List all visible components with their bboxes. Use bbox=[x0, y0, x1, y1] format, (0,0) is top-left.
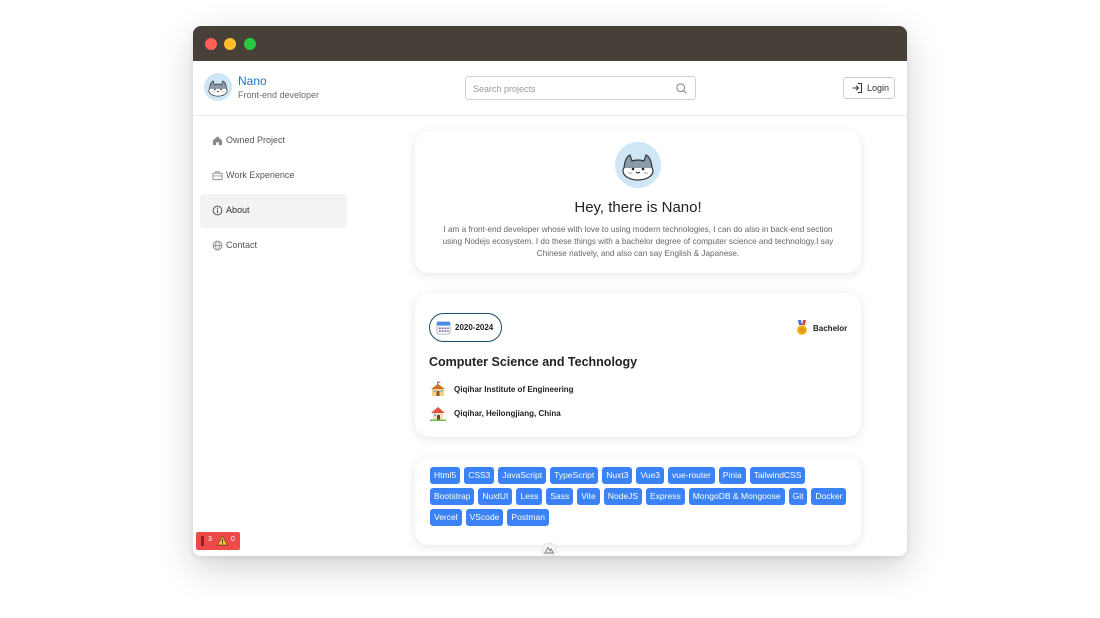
login-button[interactable]: Login bbox=[843, 77, 895, 99]
briefcase-icon bbox=[212, 171, 223, 181]
skill-tag: vue-router bbox=[668, 467, 715, 484]
skill-tag: Vercel bbox=[430, 509, 462, 526]
school-name: Qiqihar Institute of Engineering bbox=[454, 385, 574, 394]
skill-tag: Git bbox=[788, 488, 808, 505]
skill-tag: TypeScript bbox=[550, 467, 599, 484]
home-icon bbox=[212, 136, 223, 146]
cat-avatar-icon bbox=[615, 142, 661, 188]
info-icon bbox=[212, 205, 223, 216]
year-range: 2020-2024 bbox=[455, 323, 494, 332]
skill-tag: TailwindCSS bbox=[749, 467, 806, 484]
skill-tag: Docker bbox=[811, 488, 847, 505]
close-window-button[interactable] bbox=[205, 38, 217, 50]
skill-tag: Express bbox=[646, 488, 685, 505]
skill-tag-list: Html5 CSS3 JavaScript TypeScript Nuxt3 Vue3 vu… bbox=[430, 467, 850, 526]
sidebar-item-label: About bbox=[226, 205, 250, 215]
skill-tag: Vite bbox=[577, 488, 600, 505]
search-box[interactable] bbox=[465, 76, 696, 100]
about-card: Hey, there is Nano! I am a front-end dev… bbox=[415, 131, 861, 273]
skills-card: Html5 CSS3 JavaScript TypeScript Nuxt3 Vue3 vu… bbox=[415, 457, 861, 545]
skill-tag: Bootstrap bbox=[430, 488, 475, 505]
search-input[interactable] bbox=[473, 81, 669, 96]
warning-icon bbox=[217, 535, 228, 546]
about-description: I am a front-end developer whose with lo… bbox=[442, 225, 834, 258]
warning-count: 0 bbox=[231, 536, 235, 543]
brand-name[interactable]: Nano bbox=[238, 74, 267, 88]
calendar-icon bbox=[436, 321, 451, 335]
education-card: 2020-2024 Bachelor Computer Science and … bbox=[415, 293, 861, 437]
window-titlebar bbox=[193, 26, 907, 61]
sidebar-item-about[interactable]: About bbox=[200, 194, 347, 228]
login-label: Login bbox=[867, 83, 890, 93]
major-title: Computer Science and Technology bbox=[429, 355, 638, 369]
sidebar-item-contact[interactable]: Contact bbox=[200, 229, 347, 263]
degree-label: Bachelor bbox=[813, 324, 848, 333]
skill-tag: MongoDB & Mongoose bbox=[688, 488, 785, 505]
brand-subtitle: Front-end developer bbox=[238, 90, 320, 100]
search-icon[interactable] bbox=[675, 82, 688, 95]
skill-tag: Postman bbox=[507, 509, 549, 526]
skill-tag: JavaScript bbox=[498, 467, 547, 484]
sidebar-item-label: Work Experience bbox=[226, 170, 295, 180]
year-badge: 2020-2024 bbox=[429, 313, 502, 342]
skill-tag: Vue3 bbox=[636, 467, 665, 484]
sidebar-item-work-experience[interactable]: Work Experience bbox=[200, 159, 347, 193]
skill-tag: Sass bbox=[546, 488, 574, 505]
about-title: Hey, there is Nano! bbox=[574, 199, 702, 216]
sidebar-item-label: Owned Project bbox=[226, 135, 286, 145]
skill-tag: NuxtUI bbox=[478, 488, 513, 505]
maximize-window-button[interactable] bbox=[244, 38, 256, 50]
school-location: Qiqihar, Heilongjiang, China bbox=[454, 409, 561, 418]
skill-tag: Pinia bbox=[718, 467, 746, 484]
app-window: Nano Front-end developer Login Owned Pro… bbox=[193, 26, 907, 556]
skill-tag: Html5 bbox=[430, 467, 461, 484]
minimize-window-button[interactable] bbox=[224, 38, 236, 50]
skill-tag: Less bbox=[516, 488, 543, 505]
cat-avatar-icon[interactable] bbox=[204, 73, 232, 101]
house-icon bbox=[430, 407, 446, 421]
error-overlay-badge[interactable]: 3 0 bbox=[196, 532, 240, 550]
site-header: Nano Front-end developer Login bbox=[193, 61, 907, 116]
skill-tag: CSS3 bbox=[464, 467, 495, 484]
sidebar-item-label: Contact bbox=[226, 240, 258, 250]
skill-tag: VScode bbox=[465, 509, 504, 526]
error-icon bbox=[201, 536, 204, 546]
sidebar-item-owned-project[interactable]: Owned Project bbox=[200, 124, 347, 158]
error-count: 3 bbox=[208, 536, 212, 543]
school-icon bbox=[431, 381, 445, 396]
sidebar: Owned Project Work Experience About Cont… bbox=[193, 117, 353, 556]
globe-icon bbox=[212, 240, 223, 251]
skill-tag: Nuxt3 bbox=[602, 467, 633, 484]
login-icon bbox=[852, 82, 863, 94]
nuxt-devtools-icon[interactable] bbox=[541, 542, 557, 556]
skill-tag: NodeJS bbox=[603, 488, 642, 505]
medal-icon bbox=[797, 320, 807, 335]
main-content: Hey, there is Nano! I am a front-end dev… bbox=[353, 117, 907, 556]
